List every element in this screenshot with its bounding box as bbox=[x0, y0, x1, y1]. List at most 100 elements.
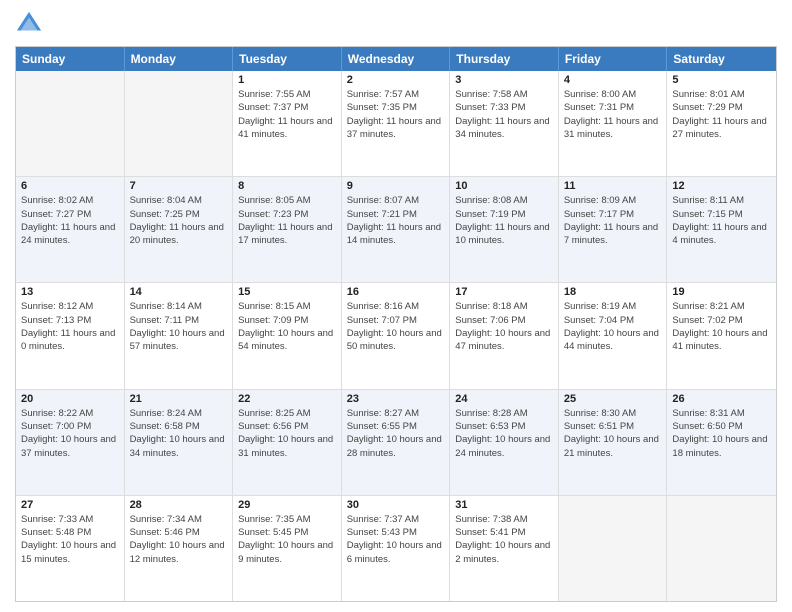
day-number: 30 bbox=[347, 499, 445, 511]
cell-detail: Sunrise: 8:15 AMSunset: 7:09 PMDaylight:… bbox=[238, 300, 336, 353]
cell-detail: Sunrise: 8:28 AMSunset: 6:53 PMDaylight:… bbox=[455, 407, 553, 460]
cell-detail: Sunrise: 8:31 AMSunset: 6:50 PMDaylight:… bbox=[672, 407, 771, 460]
calendar-cell-19: 19 Sunrise: 8:21 AMSunset: 7:02 PMDayligh… bbox=[667, 283, 776, 388]
cell-detail: Sunrise: 7:33 AMSunset: 5:48 PMDaylight:… bbox=[21, 513, 119, 566]
day-number: 31 bbox=[455, 499, 553, 511]
day-number: 22 bbox=[238, 393, 336, 405]
cell-detail: Sunrise: 8:27 AMSunset: 6:55 PMDaylight:… bbox=[347, 407, 445, 460]
calendar-row-2: 13Sunrise: 8:12 AMSunset: 7:13 PMDayligh… bbox=[16, 282, 776, 388]
calendar-cell-1: 1Sunrise: 7:55 AMSunset: 7:37 PMDaylight… bbox=[233, 71, 342, 176]
day-number: 4 bbox=[564, 74, 662, 86]
cell-detail: Sunrise: 8:22 AMSunset: 7:00 PMDaylight:… bbox=[21, 407, 119, 460]
day-number: 9 bbox=[347, 180, 445, 192]
cell-detail: Sunrise: 8:25 AMSunset: 6:56 PMDaylight:… bbox=[238, 407, 336, 460]
calendar-row-4: 27 Sunrise: 7:33 AMSunset: 5:48 PMDayligh… bbox=[16, 495, 776, 601]
day-header-saturday: Saturday bbox=[667, 47, 776, 71]
calendar-cell-empty bbox=[16, 71, 125, 176]
cell-detail: Sunrise: 8:09 AMSunset: 7:17 PMDaylight:… bbox=[564, 194, 662, 247]
day-header-thursday: Thursday bbox=[450, 47, 559, 71]
day-number: 11 bbox=[564, 180, 662, 192]
day-number: 12 bbox=[672, 180, 771, 192]
day-number: 21 bbox=[130, 393, 228, 405]
calendar-cell-15: 15 Sunrise: 8:15 AMSunset: 7:09 PMDayligh… bbox=[233, 283, 342, 388]
calendar-cell-23: 23 Sunrise: 8:27 AMSunset: 6:55 PMDayligh… bbox=[342, 390, 451, 495]
cell-detail: Sunrise: 8:05 AMSunset: 7:23 PMDaylight:… bbox=[238, 194, 336, 247]
cell-detail: Sunrise: 7:37 AMSunset: 5:43 PMDaylight:… bbox=[347, 513, 445, 566]
logo-icon bbox=[15, 10, 43, 38]
calendar-cell-empty bbox=[125, 71, 234, 176]
calendar-cell-8: 8 Sunrise: 8:05 AMSunset: 7:23 PMDaylight… bbox=[233, 177, 342, 282]
cell-detail: Sunrise: 7:35 AMSunset: 5:45 PMDaylight:… bbox=[238, 513, 336, 566]
day-number: 14 bbox=[130, 286, 228, 298]
day-number: 24 bbox=[455, 393, 553, 405]
cell-detail: Sunrise: 8:24 AMSunset: 6:58 PMDaylight:… bbox=[130, 407, 228, 460]
calendar-cell-18: 18Sunrise: 8:19 AMSunset: 7:04 PMDayligh… bbox=[559, 283, 668, 388]
calendar-body: 1Sunrise: 7:55 AMSunset: 7:37 PMDaylight… bbox=[16, 71, 776, 601]
calendar-cell-20: 20 Sunrise: 8:22 AMSunset: 7:00 PMDayligh… bbox=[16, 390, 125, 495]
day-number: 1 bbox=[238, 74, 336, 86]
day-number: 20 bbox=[21, 393, 119, 405]
day-header-sunday: Sunday bbox=[16, 47, 125, 71]
day-header-friday: Friday bbox=[559, 47, 668, 71]
calendar-row-3: 20 Sunrise: 8:22 AMSunset: 7:00 PMDayligh… bbox=[16, 389, 776, 495]
cell-detail: Sunrise: 8:21 AMSunset: 7:02 PMDaylight:… bbox=[672, 300, 771, 353]
calendar-cell-6: 6 Sunrise: 8:02 AMSunset: 7:27 PMDaylight… bbox=[16, 177, 125, 282]
day-number: 17 bbox=[455, 286, 553, 298]
day-number: 2 bbox=[347, 74, 445, 86]
calendar-cell-9: 9 Sunrise: 8:07 AMSunset: 7:21 PMDaylight… bbox=[342, 177, 451, 282]
calendar-cell-empty bbox=[667, 496, 776, 601]
cell-detail: Sunrise: 8:14 AMSunset: 7:11 PMDaylight:… bbox=[130, 300, 228, 353]
day-number: 27 bbox=[21, 499, 119, 511]
calendar-cell-12: 12 Sunrise: 8:11 AMSunset: 7:15 PMDayligh… bbox=[667, 177, 776, 282]
calendar-cell-2: 2 Sunrise: 7:57 AMSunset: 7:35 PMDaylight… bbox=[342, 71, 451, 176]
cell-detail: Sunrise: 8:11 AMSunset: 7:15 PMDaylight:… bbox=[672, 194, 771, 247]
calendar-header: SundayMondayTuesdayWednesdayThursdayFrid… bbox=[16, 47, 776, 71]
day-number: 3 bbox=[455, 74, 553, 86]
header bbox=[15, 10, 777, 38]
calendar-cell-14: 14 Sunrise: 8:14 AMSunset: 7:11 PMDayligh… bbox=[125, 283, 234, 388]
calendar-cell-25: 25 Sunrise: 8:30 AMSunset: 6:51 PMDayligh… bbox=[559, 390, 668, 495]
cell-detail: Sunrise: 7:57 AMSunset: 7:35 PMDaylight:… bbox=[347, 88, 445, 141]
calendar-cell-22: 22 Sunrise: 8:25 AMSunset: 6:56 PMDayligh… bbox=[233, 390, 342, 495]
day-number: 15 bbox=[238, 286, 336, 298]
calendar-cell-16: 16 Sunrise: 8:16 AMSunset: 7:07 PMDayligh… bbox=[342, 283, 451, 388]
day-number: 26 bbox=[672, 393, 771, 405]
day-header-monday: Monday bbox=[125, 47, 234, 71]
cell-detail: Sunrise: 7:38 AMSunset: 5:41 PMDaylight:… bbox=[455, 513, 553, 566]
cell-detail: Sunrise: 8:08 AMSunset: 7:19 PMDaylight:… bbox=[455, 194, 553, 247]
cell-detail: Sunrise: 8:30 AMSunset: 6:51 PMDaylight:… bbox=[564, 407, 662, 460]
cell-detail: Sunrise: 7:58 AMSunset: 7:33 PMDaylight:… bbox=[455, 88, 553, 141]
day-number: 8 bbox=[238, 180, 336, 192]
day-number: 16 bbox=[347, 286, 445, 298]
calendar-cell-28: 28Sunrise: 7:34 AMSunset: 5:46 PMDayligh… bbox=[125, 496, 234, 601]
calendar: SundayMondayTuesdayWednesdayThursdayFrid… bbox=[15, 46, 777, 602]
day-number: 29 bbox=[238, 499, 336, 511]
calendar-cell-26: 26 Sunrise: 8:31 AMSunset: 6:50 PMDayligh… bbox=[667, 390, 776, 495]
calendar-cell-27: 27 Sunrise: 7:33 AMSunset: 5:48 PMDayligh… bbox=[16, 496, 125, 601]
day-number: 6 bbox=[21, 180, 119, 192]
calendar-cell-5: 5 Sunrise: 8:01 AMSunset: 7:29 PMDaylight… bbox=[667, 71, 776, 176]
day-number: 18 bbox=[564, 286, 662, 298]
calendar-cell-17: 17Sunrise: 8:18 AMSunset: 7:06 PMDayligh… bbox=[450, 283, 559, 388]
cell-detail: Sunrise: 8:12 AMSunset: 7:13 PMDaylight:… bbox=[21, 300, 119, 353]
day-number: 23 bbox=[347, 393, 445, 405]
calendar-cell-7: 7Sunrise: 8:04 AMSunset: 7:25 PMDaylight… bbox=[125, 177, 234, 282]
day-number: 5 bbox=[672, 74, 771, 86]
cell-detail: Sunrise: 8:01 AMSunset: 7:29 PMDaylight:… bbox=[672, 88, 771, 141]
calendar-cell-10: 10 Sunrise: 8:08 AMSunset: 7:19 PMDayligh… bbox=[450, 177, 559, 282]
calendar-cell-24: 24 Sunrise: 8:28 AMSunset: 6:53 PMDayligh… bbox=[450, 390, 559, 495]
calendar-cell-11: 11 Sunrise: 8:09 AMSunset: 7:17 PMDayligh… bbox=[559, 177, 668, 282]
calendar-row-1: 6 Sunrise: 8:02 AMSunset: 7:27 PMDaylight… bbox=[16, 176, 776, 282]
page: SundayMondayTuesdayWednesdayThursdayFrid… bbox=[0, 0, 792, 612]
day-number: 19 bbox=[672, 286, 771, 298]
day-header-tuesday: Tuesday bbox=[233, 47, 342, 71]
cell-detail: Sunrise: 8:02 AMSunset: 7:27 PMDaylight:… bbox=[21, 194, 119, 247]
cell-detail: Sunrise: 8:00 AMSunset: 7:31 PMDaylight:… bbox=[564, 88, 662, 141]
day-number: 10 bbox=[455, 180, 553, 192]
calendar-cell-empty bbox=[559, 496, 668, 601]
day-header-wednesday: Wednesday bbox=[342, 47, 451, 71]
cell-detail: Sunrise: 8:16 AMSunset: 7:07 PMDaylight:… bbox=[347, 300, 445, 353]
day-number: 25 bbox=[564, 393, 662, 405]
cell-detail: Sunrise: 8:07 AMSunset: 7:21 PMDaylight:… bbox=[347, 194, 445, 247]
day-number: 28 bbox=[130, 499, 228, 511]
